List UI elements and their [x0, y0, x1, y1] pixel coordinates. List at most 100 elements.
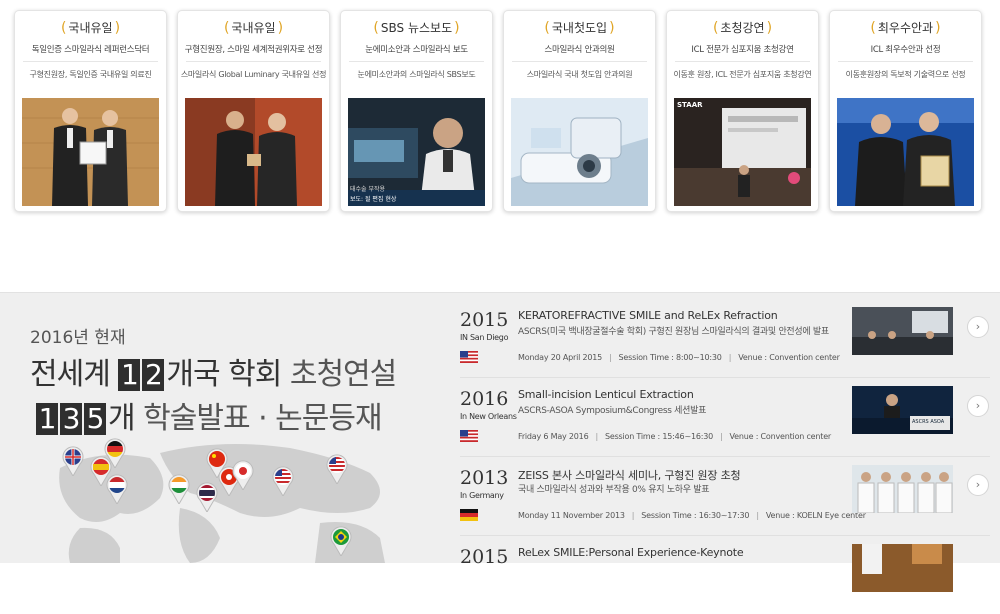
award-title: (최우수안과)	[870, 20, 941, 36]
lecture-year: 2016	[460, 388, 509, 410]
thailand-flag-pin-icon	[196, 482, 218, 512]
lecture-session: Session Time : 15:46~16:30	[604, 432, 714, 441]
award-subtitle: ICL 최우수안과 선정	[870, 45, 941, 55]
award-subtitle: 구형진원장, 스마일 세계적권위자로 선정	[184, 45, 323, 55]
lecture-thumbnail	[852, 544, 953, 592]
award-card-2[interactable]: (국내유일) 구형진원장, 스마일 세계적권위자로 선정 스마일라식 Globa…	[177, 10, 330, 212]
japan-flag-pin-icon	[232, 460, 254, 490]
lecture-item-1[interactable]: 2015 IN San Diego KERATOREFRACTIVE SMILE…	[460, 301, 990, 378]
germany-flag-icon	[460, 509, 478, 521]
award-title: (SBS 뉴스보도)	[373, 20, 460, 36]
stats-date: 2016년 현재	[30, 328, 126, 348]
award-card-5[interactable]: (초청강연) ICL 전문가 심포지움 초청강연 이동훈 원장, ICL 전문가…	[666, 10, 819, 212]
award-photo	[22, 98, 159, 206]
divider	[349, 61, 484, 62]
divider	[838, 61, 973, 62]
award-desc: 이동훈원장의 독보적 기술력으로 선정	[845, 70, 966, 79]
lecture-session: Session Time : 16:30~17:30	[641, 511, 750, 520]
award-card-3[interactable]: (SBS 뉴스보도) 눈에미소안과 스마일라식 보도 눈에미소안과의 스마일라식…	[340, 10, 493, 212]
lecture-detail-button[interactable]: ›	[967, 316, 989, 338]
stats-suffix: 학술발표 · 논문등재	[143, 401, 382, 436]
netherlands-flag-pin-icon	[106, 474, 128, 504]
award-subtitle: 눈에미소안과 스마일라식 보도	[365, 45, 468, 55]
stats-digit: 2	[142, 359, 165, 391]
stats-suffix: 개국 학회	[166, 357, 282, 392]
lecture-venue: Venue : KOELN Eye center	[765, 511, 866, 520]
usa-flag-icon	[460, 430, 478, 442]
award-photo	[837, 98, 974, 206]
award-photo: STAAR	[674, 98, 811, 206]
lecture-detail-button[interactable]: ›	[967, 395, 989, 417]
usa-flag-pin-icon	[272, 466, 294, 496]
lecture-item-4[interactable]: 2015 ReLex SMILE:Personal Experience-Key…	[460, 538, 990, 614]
usa-flag-pin-icon	[326, 454, 348, 484]
brazil-flag-pin-icon	[330, 526, 352, 556]
lecture-location: In New Orleans	[460, 412, 517, 421]
award-card-4[interactable]: (국내첫도입) 스마일라식 안과의원 스마일라식 국내 첫도입 안과의원	[503, 10, 656, 212]
lecture-item-2[interactable]: 2016 In New Orleans Small-incision Lenti…	[460, 380, 990, 457]
stats-papers: 135개 학술발표 · 논문등재	[36, 393, 383, 437]
divider	[512, 61, 647, 62]
lecture-date: Monday 11 November 2013	[518, 511, 625, 520]
germany-flag-pin-icon	[104, 438, 126, 468]
photo-caption: STAAR	[677, 101, 703, 109]
award-subtitle: 독일인증 스마일라식 레퍼런스닥터	[31, 45, 150, 55]
lecture-desc: 국내 스마일라식 성과와 부작용 0% 유지 노하우 발표	[518, 485, 710, 495]
lecture-year: 2013	[460, 467, 509, 489]
lecture-location: IN San Diego	[460, 333, 509, 342]
lecture-date: Monday 20 April 2015	[518, 353, 603, 362]
award-photo: 보도: 될 편집 현상 태수술 부작용	[348, 98, 485, 206]
lecture-section: 2016년 현재 전세계 1 2 개국 학회 초청연설 135개 학술발표 · 논문…	[0, 292, 1000, 592]
lecture-venue: Venue : Convention center	[738, 353, 840, 362]
thumbnail-caption: ASCRS ASOA	[912, 419, 945, 425]
lecture-session: Session Time : 8:00~10:30	[618, 353, 722, 362]
award-desc: 스마일라식 국내 첫도입 안과의원	[526, 70, 633, 79]
lecture-thumbnail: ASCRS ASOA	[852, 386, 953, 434]
award-title: (초청강연)	[712, 20, 773, 36]
award-title: (국내첫도입)	[544, 20, 615, 36]
lecture-year: 2015	[460, 309, 509, 331]
lecture-detail-button[interactable]: ›	[967, 474, 989, 496]
award-cards: (국내유일) 독일인증 스마일라식 레퍼런스닥터 구형진원장, 독일인증 국내유…	[14, 10, 986, 212]
stats-countries: 전세계 1 2 개국 학회 초청연설	[30, 349, 397, 393]
uk-flag-pin-icon	[62, 446, 84, 476]
lecture-location: In Germany	[460, 491, 504, 500]
stats-digit: 3	[60, 403, 82, 435]
lecture-title: Small-incision Lenticul Extraction	[518, 388, 694, 401]
lecture-desc: ASCRS-ASOA Symposium&Congress 세션발표	[518, 406, 707, 416]
award-subtitle: 스마일라식 안과의원	[544, 45, 615, 55]
award-subtitle: ICL 전문가 심포지움 초청강연	[691, 45, 794, 55]
lecture-thumbnail	[852, 465, 953, 513]
stats-prefix: 전세계	[30, 357, 111, 392]
lecture-year: 2015	[460, 546, 509, 568]
award-photo	[511, 98, 648, 206]
lecture-thumbnail	[852, 307, 953, 355]
stats-digit: 1	[36, 403, 58, 435]
stats-digit: 1	[118, 359, 141, 391]
award-desc: 이동훈 원장, ICL 전문가 심포지움 초청강연	[673, 70, 812, 79]
lecture-title: ReLex SMILE:Personal Experience-Keynote	[518, 546, 744, 559]
lecture-venue: Venue : Convention center	[729, 432, 832, 441]
award-desc: 눈에미소안과의 스마일라식 SBS보도	[357, 70, 476, 79]
lecture-title: ZEISS 본사 스마일라식 세미나, 구형진 원장 초청	[518, 469, 741, 482]
stats-digit: 5	[84, 403, 106, 435]
award-card-6[interactable]: (최우수안과) ICL 최우수안과 선정 이동훈원장의 독보적 기술력으로 선정	[829, 10, 982, 212]
divider	[186, 61, 321, 62]
award-title: (국내유일)	[223, 20, 284, 36]
world-map	[40, 438, 430, 563]
award-photo	[185, 98, 322, 206]
lecture-meta: Friday 6 May 2016 | Session Time : 15:46~1…	[518, 432, 832, 441]
lecture-item-3[interactable]: 2013 In Germany ZEISS 본사 스마일라식 세미나, 구형진 …	[460, 459, 990, 536]
lecture-desc: ASCRS(미국 백내장굴절수술 학회) 구형진 원장님 스마일라식의 결과및 …	[518, 327, 829, 337]
divider	[675, 61, 810, 62]
lecture-title: KERATOREFRACTIVE SMILE and ReLEx Refract…	[518, 309, 778, 322]
stats-suffix: 초청연설	[289, 357, 397, 392]
award-desc: 스마일라식 Global Luminary 국내유일 선정	[180, 70, 327, 79]
divider	[23, 61, 158, 62]
usa-flag-icon	[460, 351, 478, 363]
stats-suffix: 개	[108, 401, 136, 436]
india-flag-pin-icon	[168, 474, 190, 504]
award-card-1[interactable]: (국내유일) 독일인증 스마일라식 레퍼런스닥터 구형진원장, 독일인증 국내유…	[14, 10, 167, 212]
lecture-meta: Monday 20 April 2015 | Session Time : 8:00…	[518, 353, 840, 362]
award-desc: 구형진원장, 독일인증 국내유일 의료진	[29, 70, 152, 79]
